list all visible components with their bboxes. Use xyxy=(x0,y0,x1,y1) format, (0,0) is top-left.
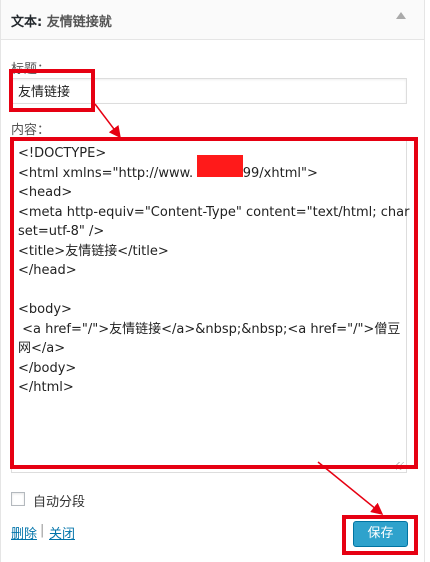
autop-label: 自动分段 xyxy=(33,495,86,510)
widget-header[interactable]: 文本: 友情链接就 xyxy=(1,0,424,40)
widget-title: 文本: 友情链接就 xyxy=(11,11,112,30)
delete-link[interactable]: 删除 xyxy=(11,523,37,542)
widget-instance-title: 友情链接就 xyxy=(46,15,112,30)
highlight-box-title xyxy=(9,69,95,112)
collapse-arrow-icon[interactable] xyxy=(396,12,406,19)
highlight-box-content xyxy=(10,137,418,469)
highlight-box-save xyxy=(342,515,418,555)
content-label: 内容： xyxy=(11,123,51,138)
close-link[interactable]: 关闭 xyxy=(49,523,75,542)
link-separator: | xyxy=(40,523,45,538)
autop-checkbox[interactable] xyxy=(11,492,25,506)
widget-type-label: 文本: xyxy=(11,15,43,30)
